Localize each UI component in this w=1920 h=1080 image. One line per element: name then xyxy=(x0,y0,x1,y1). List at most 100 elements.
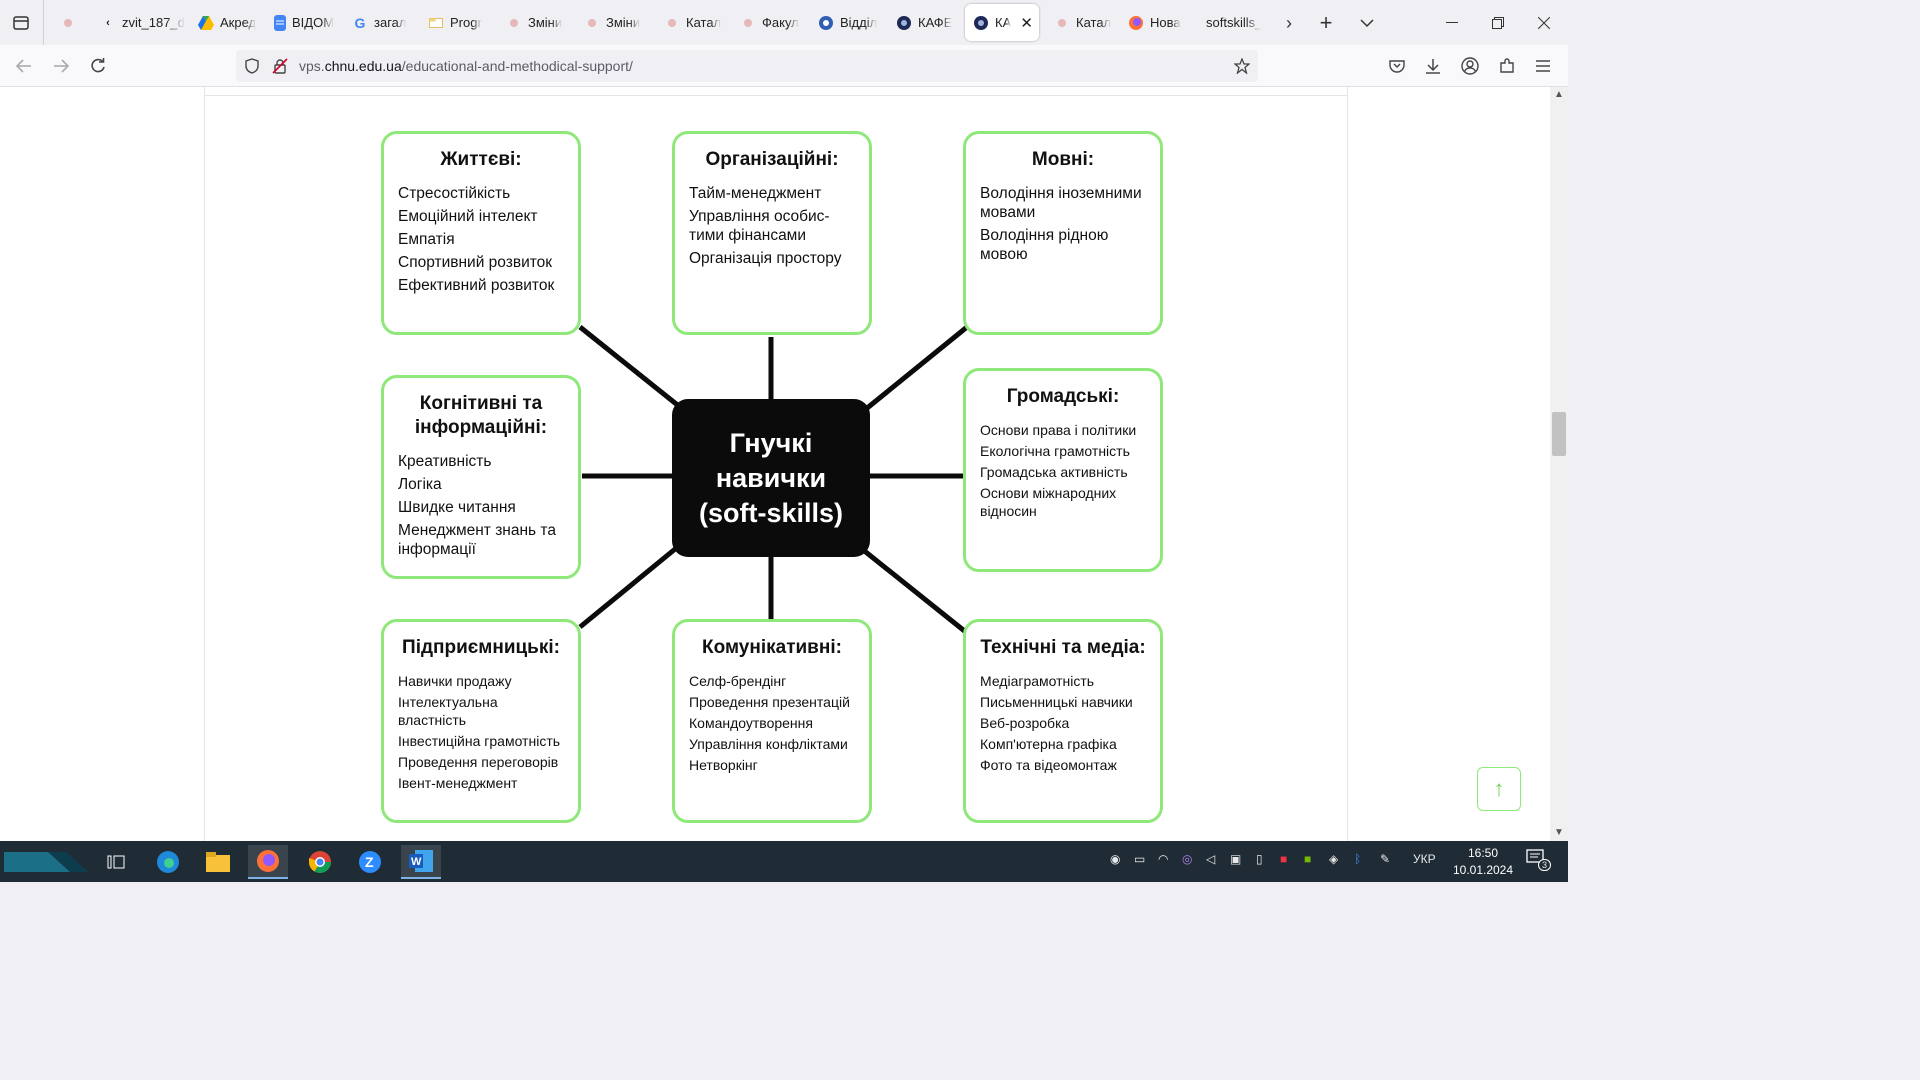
box-item: Нетворкінг xyxy=(689,757,758,773)
box-item: Фото та відеомонтаж xyxy=(980,757,1117,773)
box-item: Спортивний розвиток xyxy=(398,254,553,271)
account-icon[interactable] xyxy=(1455,51,1485,81)
tab-6[interactable]: Зміни xyxy=(498,4,570,41)
restore-icon[interactable] xyxy=(1483,8,1513,38)
battery-icon[interactable]: ▭ xyxy=(1134,852,1145,866)
box-item: Комп'ютерна графіка xyxy=(980,736,1117,752)
scroll-up-icon[interactable]: ▲ xyxy=(1553,89,1565,101)
firefox-taskbar-icon[interactable] xyxy=(248,845,288,879)
tab-7[interactable]: Зміни xyxy=(576,4,648,41)
pen-icon[interactable]: ✎ xyxy=(1380,852,1390,866)
tab-3[interactable]: ВІДОМ xyxy=(266,4,338,41)
box-title: Підприємницькі: xyxy=(402,637,560,658)
language-indicator[interactable]: УКР xyxy=(1413,852,1436,866)
tab-10[interactable]: Відділ xyxy=(810,4,882,41)
tab-15[interactable]: softskills_ xyxy=(1198,4,1268,41)
university-icon xyxy=(973,15,989,31)
tab-0[interactable] xyxy=(52,4,88,41)
dot-icon xyxy=(664,15,680,31)
reload-icon[interactable] xyxy=(83,51,113,81)
google-docs-icon xyxy=(274,14,286,31)
box-item: Проведення переговорів xyxy=(398,754,559,770)
zoom-icon[interactable]: Z xyxy=(350,845,390,879)
box-item: Володіння рідною мовою xyxy=(980,227,1109,263)
tab-2[interactable]: Акред xyxy=(190,4,262,41)
minimize-icon[interactable] xyxy=(1437,8,1467,38)
scroll-to-top-button[interactable]: ↑ xyxy=(1477,767,1521,811)
tab-list-button[interactable] xyxy=(6,8,36,38)
file-explorer-icon[interactable] xyxy=(198,845,238,879)
edge-icon[interactable] xyxy=(148,845,188,879)
scrollbar-thumb[interactable] xyxy=(1552,412,1566,456)
box-item: Стресостійкість xyxy=(398,185,511,202)
url-bar[interactable]: vps.chnu.edu.ua/educational-and-methodic… xyxy=(236,50,1258,82)
box-item: Креативність xyxy=(398,453,492,470)
tab-14[interactable]: Нова xyxy=(1120,4,1192,41)
box-item: Ефективний розвиток xyxy=(398,277,555,294)
pocket-icon[interactable] xyxy=(1382,51,1412,81)
tab-11[interactable]: КАФЕ xyxy=(888,4,960,41)
skill-box-technical: Технічні та медіа: Медіаграмотність Пись… xyxy=(963,619,1163,823)
box-item: Емпатія xyxy=(398,231,455,248)
clock[interactable]: 16:50 10.01.2024 xyxy=(1452,845,1514,879)
word-icon[interactable]: W xyxy=(401,845,441,879)
url-text[interactable]: vps.chnu.edu.ua/educational-and-methodic… xyxy=(299,58,633,74)
tab-13[interactable]: Катал xyxy=(1046,4,1118,41)
nvidia-icon[interactable]: ■ xyxy=(1304,852,1311,866)
network-icon[interactable]: ▣ xyxy=(1230,852,1241,866)
connector-entrepreneurial xyxy=(578,543,682,629)
svg-text:Z: Z xyxy=(365,854,374,870)
box-item: Швидке читання xyxy=(398,499,516,516)
notifications-button[interactable]: 3 xyxy=(1526,849,1552,871)
box-item: Інтелектуальна властність xyxy=(398,694,498,728)
vertical-scrollbar[interactable]: ▲ ▼ xyxy=(1550,87,1568,841)
viber-icon[interactable]: ◎ xyxy=(1182,852,1192,866)
notification-count: 3 xyxy=(1538,859,1552,871)
insecure-lock-icon[interactable] xyxy=(270,56,290,76)
dot-icon xyxy=(584,15,600,31)
new-tab-icon[interactable]: + xyxy=(1311,8,1341,38)
box-item: Інвестиційна грамотність xyxy=(398,733,561,749)
box-item: Навички продажу xyxy=(398,673,512,689)
extensions-icon[interactable] xyxy=(1492,51,1522,81)
box-item: Управління особис-тими фінансами xyxy=(689,208,830,244)
usb-icon[interactable]: ▯ xyxy=(1256,852,1263,866)
chevron-left-icon[interactable]: ‹ xyxy=(100,15,116,31)
skill-box-civic: Громадські: Основи права і політики Екол… xyxy=(963,368,1163,572)
tab-1[interactable]: ‹ zvit_187_d xyxy=(92,4,188,41)
scroll-down-icon[interactable]: ▼ xyxy=(1553,827,1565,839)
center-line-3: (soft-skills) xyxy=(698,497,844,528)
back-icon[interactable] xyxy=(9,51,39,81)
tab-12-active[interactable]: КА ✕ xyxy=(965,4,1039,41)
shield-icon[interactable] xyxy=(242,56,262,76)
connector-life xyxy=(578,325,682,409)
tab-5[interactable]: Progr xyxy=(420,4,492,41)
box-item: Тайм-менеджмент xyxy=(689,185,822,202)
bookmark-star-icon[interactable] xyxy=(1232,56,1252,76)
tab-9[interactable]: Факул xyxy=(732,4,808,41)
chrome-icon[interactable] xyxy=(300,845,340,879)
wifi-icon[interactable]: ◠ xyxy=(1158,852,1168,866)
box-item: Письменницькі навчики xyxy=(980,694,1133,710)
box-item: Івент-менеджмент xyxy=(398,775,518,791)
tab-4[interactable]: Gзагал xyxy=(344,4,416,41)
downloads-icon[interactable] xyxy=(1418,51,1448,81)
start-button[interactable] xyxy=(2,845,90,879)
scroll-tabs-right-icon[interactable]: › xyxy=(1274,8,1304,38)
adobe-icon[interactable]: ■ xyxy=(1280,852,1287,866)
menu-icon[interactable] xyxy=(1528,51,1558,81)
tab-strip: ‹ zvit_187_d Акред ВІДОМ Gзагал Progr Змі… xyxy=(0,0,1568,45)
forward-icon[interactable] xyxy=(46,51,76,81)
bluetooth-icon[interactable]: ᛒ xyxy=(1354,852,1361,866)
tab-8[interactable]: Катал xyxy=(656,4,728,41)
arrow-up-icon: ↑ xyxy=(1493,776,1505,801)
task-view-icon[interactable] xyxy=(96,845,136,879)
volume-icon[interactable]: ◁ xyxy=(1206,852,1215,866)
security-icon[interactable]: ◈ xyxy=(1329,852,1338,866)
taskbar: Z W ◉ ▭ ◠ ◎ ◁ ▣ ▯ ■ ■ ◈ ᛒ ✎ УКР 16:50 10… xyxy=(0,841,1568,882)
close-tab-icon[interactable]: ✕ xyxy=(1020,14,1033,32)
close-window-icon[interactable] xyxy=(1529,8,1559,38)
chevron-down-icon[interactable] xyxy=(1352,8,1382,38)
discord-icon[interactable]: ◉ xyxy=(1110,852,1120,866)
skill-box-organizational: Організаційні: Тайм-менеджмент Управлінн… xyxy=(672,131,872,335)
